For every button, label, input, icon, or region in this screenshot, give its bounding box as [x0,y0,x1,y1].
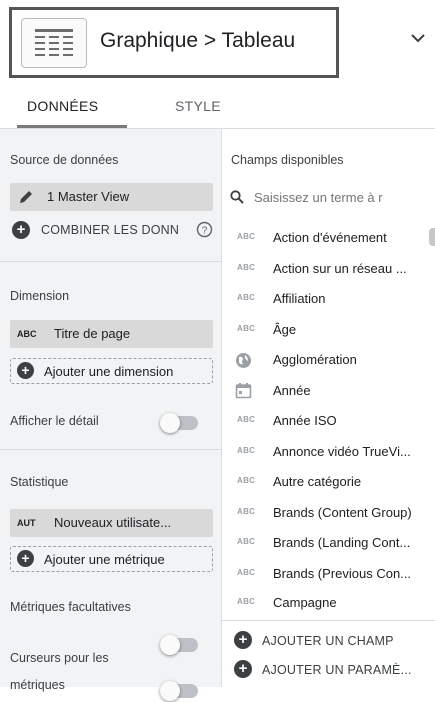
field-item-label: Annonce vidéo TrueVi... [273,444,411,459]
text-field-icon: ABC [237,537,256,546]
combine-data-button[interactable]: + COMBINER LES DONN ? [12,219,217,243]
add-circle-icon: + [17,550,34,567]
chevron-down-icon[interactable] [410,30,426,48]
field-item-label: Brands (Previous Con... [273,566,412,581]
drill-down-label: Afficher le détail [10,414,99,428]
data-source-name: 1 Master View [47,189,130,204]
field-item[interactable]: Année [222,376,435,407]
add-metric-button[interactable]: + Ajouter une métrique [10,546,213,572]
field-item[interactable]: ABC Action d'événement [222,223,435,254]
field-item[interactable]: Agglomération [222,345,435,376]
available-fields-title: Champs disponibles [231,153,344,167]
search-icon [230,190,244,209]
optional-metrics-toggle[interactable] [158,634,202,656]
toggle-knob [160,413,180,433]
text-field-icon: ABC [237,232,256,241]
text-field-icon: ABC [237,568,256,577]
metric-title: Statistique [10,475,69,489]
dimension-title: Dimension [10,289,70,303]
text-field-icon: ABC [237,597,256,606]
metric-sliders-label: Curseurs pour les [10,651,109,665]
add-dimension-button[interactable]: + Ajouter une dimension [10,358,213,384]
add-field-label: AJOUTER UN CHAMP [262,634,394,648]
field-item[interactable]: ABC Autre catégorie [222,467,435,498]
text-field-icon: ABC [237,507,256,516]
chart-type-header: Graphique > Tableau [0,0,435,84]
field-item-label: Agglomération [273,352,357,367]
chart-type-selector[interactable]: Graphique > Tableau [9,7,339,78]
add-parameter-button[interactable]: + AJOUTER UN PARAMÈ... [234,659,434,681]
field-search-input[interactable] [254,186,435,208]
field-edit-handle[interactable] [429,228,435,246]
field-item-label: Action sur un réseau ... [273,261,407,276]
drill-down-toggle[interactable] [158,412,202,434]
text-field-icon: ABC [237,476,256,485]
add-circle-icon: + [234,660,252,678]
field-item-label: Année [273,383,311,398]
add-metric-label: Ajouter une métrique [44,552,165,567]
svg-text:?: ? [202,226,208,237]
optional-metrics-title: Métriques facultatives [10,600,131,614]
chart-type-title: Graphique > Tableau [100,29,296,52]
field-item[interactable]: ABC Brands (Content Group) [222,498,435,529]
metric-chip[interactable]: AUT Nouveaux utilisate... [10,509,213,537]
field-item-label: Âge [273,322,297,337]
section-divider [222,620,435,621]
text-field-icon: ABC [237,293,256,302]
text-field-icon: ABC [237,446,256,455]
text-field-icon: ABC [237,324,256,333]
add-circle-icon: + [12,221,30,239]
text-field-icon: ABC [237,263,256,272]
field-item-label: Autre catégorie [273,474,362,489]
data-source-title: Source de données [10,153,119,167]
help-icon[interactable]: ? [196,221,213,243]
field-item-label: Campagne [273,595,337,610]
data-source-chip[interactable]: 1 Master View [10,183,213,211]
calendar-icon [235,382,252,404]
field-item-label: Affiliation [273,291,326,306]
metric-sliders-toggle[interactable] [158,680,202,702]
field-item[interactable]: ABC Campagne [222,588,435,619]
text-field-icon: ABC [237,415,256,424]
text-type-badge: ABC [17,329,37,339]
tab-style[interactable]: STYLE [175,98,221,114]
add-parameter-label: AJOUTER UN PARAMÈ... [262,663,412,677]
panel-tabs: DONNÉES STYLE [0,84,435,129]
field-item[interactable]: ABC Brands (Landing Cont... [222,528,435,559]
field-item[interactable]: ABC Annonce vidéo TrueVi... [222,437,435,468]
field-item-label: Brands (Landing Cont... [273,535,411,550]
metric-chip-label: Nouveaux utilisate... [54,515,172,530]
section-divider [0,449,221,450]
section-divider [0,261,221,262]
metric-sliders-label-2: métriques [10,678,65,692]
toggle-knob [160,635,180,655]
field-item-label: Action d'événement [273,230,387,245]
add-circle-icon: + [234,631,252,649]
combine-data-label: COMBINER LES DONN [41,223,180,237]
field-item[interactable]: ABC Action sur un réseau ... [222,254,435,285]
field-item-label: Année ISO [273,413,337,428]
globe-icon [235,352,252,374]
add-circle-icon: + [17,362,34,379]
add-dimension-label: Ajouter une dimension [44,364,174,379]
field-item[interactable]: ABC Affiliation [222,284,435,315]
dimension-chip[interactable]: ABC Titre de page [10,320,213,348]
add-field-button[interactable]: + AJOUTER UN CHAMP [234,630,434,652]
toggle-knob [160,681,180,701]
dimension-chip-label: Titre de page [54,326,131,341]
field-item[interactable]: ABC Brands (Previous Con... [222,559,435,590]
data-config-panel: Source de données 1 Master View + COMBIN… [0,129,222,701]
tab-data[interactable]: DONNÉES [27,98,98,114]
available-fields-panel: Champs disponibles ABC Action d'événemen… [222,129,435,687]
field-item[interactable]: ABC Âge [222,315,435,346]
auto-type-badge: AUT [17,518,36,528]
active-tab-indicator [17,125,127,128]
pencil-icon[interactable] [18,189,34,210]
field-item[interactable]: ABC Année ISO [222,406,435,437]
table-chart-icon [21,18,87,68]
field-item-label: Brands (Content Group) [273,505,412,520]
